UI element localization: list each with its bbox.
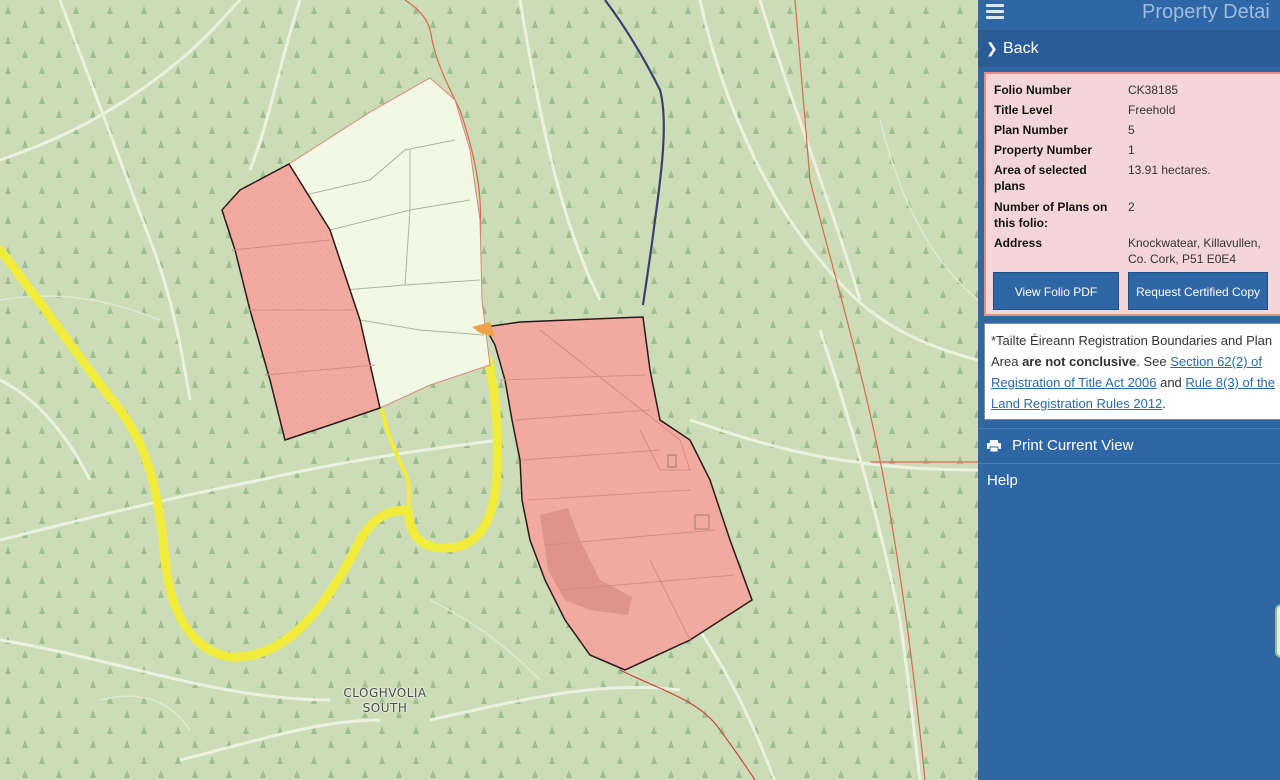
map-view[interactable]: CLOGHVOLIA SOUTH (0, 0, 978, 780)
title-level-label: Title Level (994, 103, 1053, 117)
disclaimer-box: *Tailte Éireann Registration Boundaries … (984, 323, 1280, 420)
hamburger-menu-icon[interactable] (986, 4, 1004, 20)
panel-header: Property Detai (978, 0, 1280, 28)
number-of-plans-value: 2 (1128, 200, 1135, 214)
map-canvas[interactable] (0, 0, 978, 780)
panel-title: Property Detai (1142, 1, 1270, 23)
property-number-label: Property Number (994, 143, 1093, 157)
property-details-panel: Property Detai ❯ Back Folio Number CK381… (978, 0, 1280, 780)
address-label: Address (994, 236, 1043, 250)
title-level-value: Freehold (1128, 103, 1176, 117)
plan-number-value: 5 (1128, 123, 1135, 137)
property-details-box: Folio Number CK38185 Title Level Freehol… (984, 72, 1280, 316)
back-label: Back (1003, 40, 1039, 57)
printer-icon (987, 440, 1001, 452)
disclaimer-text-2: . See (1136, 354, 1171, 369)
chevron-right-icon: ❯ (986, 40, 998, 56)
area-value: 13.91 hectares. (1128, 163, 1211, 177)
back-button[interactable]: ❯ Back (978, 30, 1280, 67)
panel-edge-handle[interactable] (1275, 604, 1280, 658)
view-folio-pdf-button[interactable]: View Folio PDF (993, 272, 1119, 310)
property-number-value: 1 (1128, 143, 1135, 157)
address-value: Knockwatear, Killavullen, Co. Cork, P51 … (1128, 236, 1261, 266)
disclaimer-bold: are not conclusive (1022, 354, 1137, 369)
disclaimer-text-4: . (1162, 396, 1166, 411)
print-current-view-label: Print Current View (1012, 437, 1134, 454)
request-certified-copy-button[interactable]: Request Certified Copy (1128, 272, 1268, 310)
folio-number-value: CK38185 (1128, 83, 1179, 97)
place-name-line2: SOUTH (362, 701, 408, 715)
number-of-plans-label: Number of Plans on this folio: (994, 200, 1108, 230)
place-name-label: CLOGHVOLIA SOUTH (330, 686, 440, 716)
disclaimer-text-3: and (1156, 375, 1186, 390)
help-link[interactable]: Help (987, 470, 1018, 492)
place-name-line1: CLOGHVOLIA (343, 686, 427, 700)
area-label: Area of selected plans (994, 163, 1087, 193)
plan-number-label: Plan Number (994, 123, 1069, 137)
print-current-view-button[interactable]: Print Current View (978, 428, 1280, 464)
folio-number-label: Folio Number (994, 83, 1072, 97)
